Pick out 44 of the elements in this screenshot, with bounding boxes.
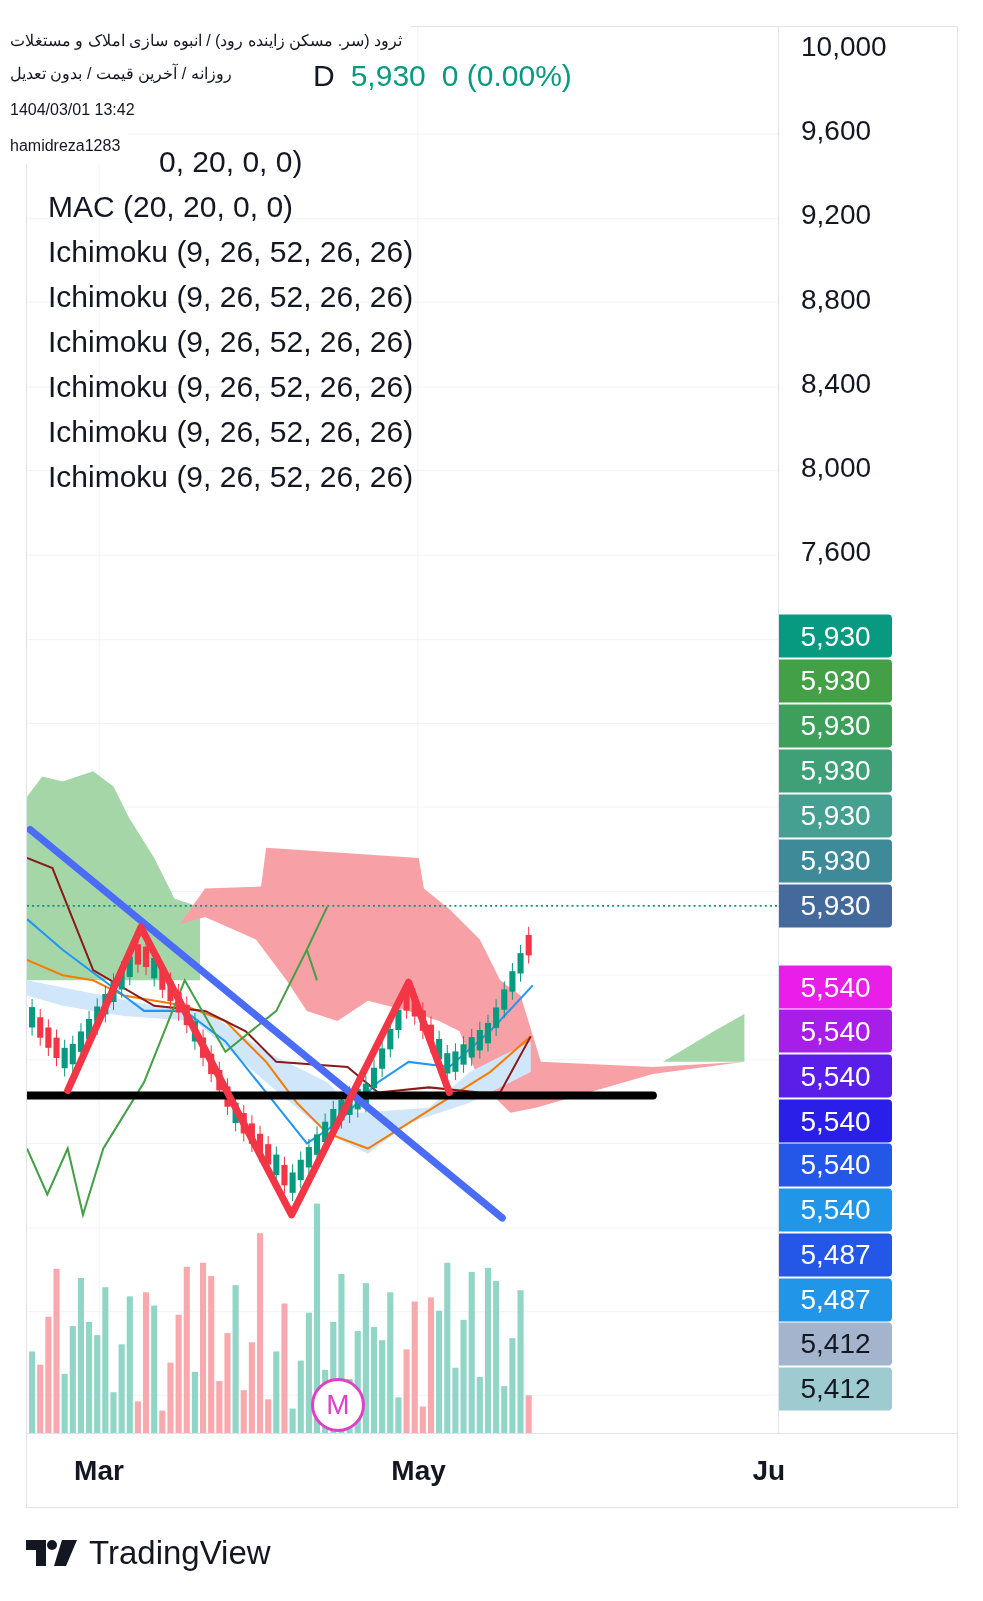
indicator-legend: MAC (20, 20, 0, 0): [48, 184, 294, 229]
price-badge: 5,540: [779, 1054, 892, 1098]
price-tick-label: 9,200: [801, 198, 872, 233]
indicator-legend: Ichimoku (9, 26, 52, 26, 26): [48, 454, 414, 499]
price-tick-label: 8,000: [801, 450, 872, 485]
price-value: 5,930: [350, 58, 426, 94]
price-badge: 5,540: [779, 1143, 892, 1187]
price-badge: 5,540: [779, 965, 892, 1009]
info-line: 1404/03/01 13:42: [10, 100, 135, 120]
price-badge: 5,930: [779, 659, 892, 703]
time-axis-label: May: [391, 1453, 446, 1488]
price-tick-label: 10,000: [801, 29, 887, 64]
logo-icon: [26, 1539, 77, 1566]
price-badge: 5,487: [779, 1278, 892, 1322]
indicator-legend: Ichimoku (9, 26, 52, 26, 26): [48, 319, 414, 364]
indicator-legend: 0, 20, 0, 0): [159, 139, 303, 184]
price-badge: 5,930: [779, 794, 892, 838]
price-tick-label: 8,800: [801, 283, 872, 318]
price-badge: 5,540: [779, 1009, 892, 1053]
time-axis-label: Ju: [752, 1453, 786, 1488]
price-badge: 5,930: [779, 884, 892, 928]
indicator-legend: Ichimoku (9, 26, 52, 26, 26): [48, 229, 414, 274]
indicator-legend: Ichimoku (9, 26, 52, 26, 26): [48, 409, 414, 454]
price-tick-label: 8,400: [801, 366, 872, 401]
price-badge: 5,540: [779, 1099, 892, 1143]
price-badge: 5,930: [779, 614, 892, 658]
info-line: hamidreza1283: [10, 136, 121, 156]
price-tick-label: 7,600: [801, 535, 872, 570]
indicator-legend: Ichimoku (9, 26, 52, 26, 26): [48, 274, 414, 319]
indicator-legend: Ichimoku (9, 26, 52, 26, 26): [48, 364, 414, 409]
info-line: ثرود (سر. مسکن زاینده رود) / انبوه سازی املاک و مستغلات: [10, 31, 402, 52]
price-badge: 5,540: [779, 1188, 892, 1232]
price-badge: 5,412: [779, 1322, 892, 1366]
price-badge: 5,930: [779, 839, 892, 883]
brand-name: TradingView: [89, 1536, 271, 1569]
price-badge: 5,487: [779, 1233, 892, 1277]
price-badge: 5,412: [779, 1367, 892, 1411]
price-badge: 5,930: [779, 749, 892, 793]
time-axis-label: Mar: [74, 1453, 124, 1488]
price-change: 0 (0.00%): [441, 58, 572, 94]
interval-label: D: [313, 58, 335, 94]
info-line: روزانه / آخرین قیمت / بدون تعدیل: [10, 62, 232, 85]
price-badge: 5,930: [779, 704, 892, 748]
price-tick-label: 9,600: [801, 113, 872, 148]
